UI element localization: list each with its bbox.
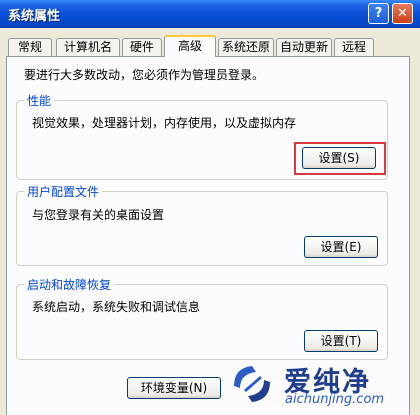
title-bar[interactable]: 系统属性 ? ✕ (0, 0, 420, 28)
tab-strip: 常规 计算机名 硬件 高级 系统还原 自动更新 远程 (0, 32, 420, 58)
startup-recovery-settings-button[interactable]: 设置(T) (304, 330, 378, 352)
startup-recovery-description: 系统启动，系统失败和调试信息 (32, 300, 201, 314)
tab-system-restore[interactable]: 系统还原 (218, 38, 274, 56)
performance-settings-button[interactable]: 设置(S) (302, 147, 376, 169)
performance-group-title: 性能 (24, 92, 55, 109)
help-button[interactable]: ? (368, 3, 389, 24)
startup-recovery-group-title: 启动和故障恢复 (24, 276, 115, 293)
close-icon: ✕ (397, 6, 408, 21)
tab-advanced[interactable]: 高级 (164, 35, 216, 57)
watermark-logo-icon (234, 366, 270, 402)
watermark-url: aichunjing.com (285, 392, 385, 407)
tab-hardware[interactable]: 硬件 (122, 38, 162, 56)
tab-general[interactable]: 常规 (8, 38, 52, 56)
window-title: 系统属性 (8, 9, 61, 24)
tab-remote[interactable]: 远程 (334, 38, 374, 56)
user-profiles-description: 与您登录有关的桌面设置 (32, 208, 165, 222)
help-icon: ? (374, 6, 383, 21)
close-button[interactable]: ✕ (392, 3, 413, 24)
performance-description: 视觉效果，处理器计划，内存使用，以及虚拟内存 (32, 116, 297, 130)
admin-notice: 要进行大多数改动，您必须作为管理员登录。 (24, 68, 265, 82)
environment-variables-button[interactable]: 环境变量(N) (127, 377, 221, 399)
user-profiles-settings-button[interactable]: 设置(E) (304, 236, 378, 258)
tab-automatic-updates[interactable]: 自动更新 (276, 38, 332, 56)
tab-computer-name[interactable]: 计算机名 (56, 38, 120, 56)
system-properties-dialog: 系统属性 ? ✕ 常规 计算机名 硬件 高级 系统还原 自动更新 远程 要进行大… (0, 0, 420, 415)
user-profiles-group-title: 用户配置文件 (24, 183, 103, 200)
